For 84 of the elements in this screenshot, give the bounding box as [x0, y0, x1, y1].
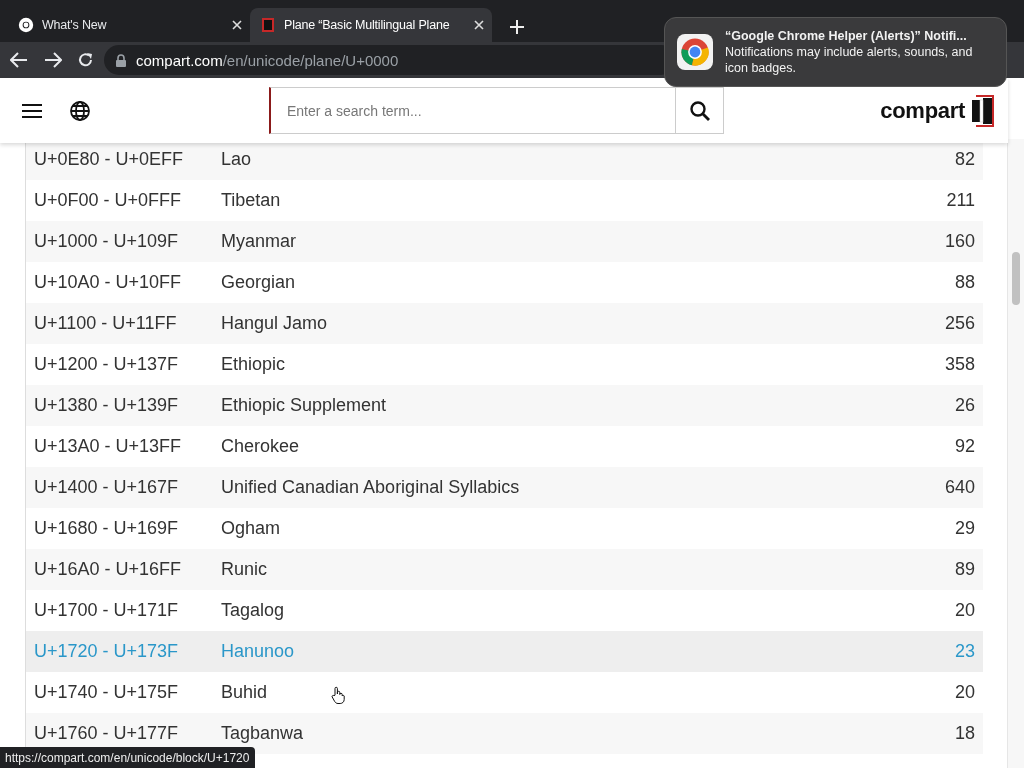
- table-row[interactable]: U+1400 - U+167F Unified Canadian Aboriginal Syllabics 640: [26, 467, 984, 508]
- count-cell: 29: [955, 518, 976, 539]
- block-name-cell: Ogham: [221, 518, 281, 538]
- range-cell-text: U+1720 - U+173F: [34, 641, 180, 662]
- block-name-cell: Lao: [221, 149, 252, 169]
- range-cell-text: U+10A0 - U+10FF: [34, 272, 183, 293]
- block-name-cell: Hanunoo: [221, 641, 295, 661]
- back-icon[interactable]: [10, 52, 28, 68]
- block-name-cell: Ethiopic: [221, 354, 286, 374]
- count-cell: 160: [945, 231, 976, 252]
- table-row[interactable]: U+1380 - U+139F Ethiopic Supplement 26: [26, 385, 984, 426]
- block-name-cell: Ethiopic Supplement: [221, 395, 387, 415]
- range-cell-text: U+16A0 - U+16FF: [34, 559, 183, 580]
- table-row[interactable]: U+0F00 - U+0FFF Tibetan 211: [26, 180, 984, 221]
- search-button[interactable]: [676, 87, 724, 134]
- range-cell-text: U+1200 - U+137F: [34, 354, 180, 375]
- block-name-cell: Hangul Jamo: [221, 313, 328, 333]
- block-name-cell: Cherokee: [221, 436, 300, 456]
- table-row[interactable]: U+1760 - U+177F Tagbanwa 18: [26, 713, 984, 754]
- table-row[interactable]: U+1000 - U+109F Myanmar 160: [26, 221, 984, 262]
- search-field[interactable]: Enter a search term...: [269, 87, 676, 134]
- table-row[interactable]: U+1100 - U+11FF Hangul Jamo 256: [26, 303, 984, 344]
- range-cell-text: U+1400 - U+167F: [34, 477, 180, 498]
- range-cell-text: U+1760 - U+177F: [34, 723, 180, 744]
- range-cell-text: U+1740 - U+175F: [34, 682, 180, 703]
- forward-icon[interactable]: [44, 52, 62, 68]
- table-row[interactable]: U+1200 - U+137F Ethiopic 358: [26, 344, 984, 385]
- status-url-tooltip: https://compart.com/en/unicode/block/U+1720: [0, 747, 256, 768]
- globe-icon[interactable]: [70, 100, 90, 121]
- lock-icon: [116, 53, 126, 67]
- count-cell: 89: [955, 559, 976, 580]
- hand-cursor-icon: [331, 686, 345, 704]
- count-cell: 82: [955, 149, 976, 170]
- range-cell-text: U+1700 - U+171F: [34, 600, 180, 621]
- circle-logo-icon: [680, 37, 710, 67]
- range-cell-text: U+0F00 - U+0FFF: [34, 190, 183, 211]
- browser-tab[interactable]: What's New: [8, 8, 250, 42]
- table-row[interactable]: U+13A0 - U+13FF Cherokee 92: [26, 426, 984, 467]
- range-cell-text: U+13A0 - U+13FF: [34, 436, 183, 457]
- count-cell: 358: [945, 354, 976, 375]
- notification-title: “Google Chrome Helper (Alerts)” Notifi...: [725, 28, 968, 44]
- count-cell: 92: [955, 436, 976, 457]
- notification-card[interactable]: “Google Chrome Helper (Alerts)” Notifi... Notifications may include alerts, sounds, and icon badges.: [664, 17, 1007, 87]
- scrollbar-thumb[interactable]: [1012, 252, 1021, 305]
- close-icon[interactable]: [232, 20, 242, 30]
- range-cell-text: U+1000 - U+109F: [34, 231, 180, 252]
- block-name-cell: Tagalog: [221, 600, 285, 620]
- range-cell-text: U+0E80 - U+0EFF: [34, 149, 185, 170]
- reload-icon[interactable]: [78, 52, 94, 68]
- block-name-cell: Georgian: [221, 272, 296, 292]
- count-cell: 18: [955, 723, 976, 744]
- count-cell: 211: [946, 190, 976, 211]
- block-name-cell: Unified Canadian Aboriginal Syllabics: [221, 477, 520, 497]
- range-cell-text: U+1380 - U+139F: [34, 395, 180, 416]
- count-cell: 23: [955, 641, 976, 662]
- square-logo-icon: [260, 17, 276, 33]
- menu-icon[interactable]: [22, 102, 42, 119]
- site-logo-text[interactable]: compart: [880, 97, 965, 124]
- block-name-cell: Myanmar: [221, 231, 296, 251]
- table-row[interactable]: U+1700 - U+171F Tagalog 20: [26, 590, 984, 631]
- block-name-cell: Runic: [221, 559, 268, 579]
- count-cell: 256: [945, 313, 976, 334]
- range-cell-text: U+1100 - U+11FF: [34, 313, 178, 334]
- close-icon[interactable]: [474, 20, 484, 30]
- tab-title: What's New: [42, 18, 108, 32]
- table-row[interactable]: U+1680 - U+169F Ogham 29: [26, 508, 984, 549]
- count-cell: 26: [955, 395, 976, 416]
- table-row[interactable]: U+16A0 - U+16FF Runic 89: [26, 549, 984, 590]
- circle-logo-icon: [18, 17, 34, 33]
- count-cell: 640: [945, 477, 976, 498]
- table-row[interactable]: U+10A0 - U+10FF Georgian 88: [26, 262, 984, 303]
- search-icon: [689, 100, 710, 121]
- block-name-cell: Tagbanwa: [221, 723, 304, 743]
- tab-title: Plane “Basic Multilingual Plane: [284, 18, 451, 32]
- range-cell-text: U+1680 - U+169F: [34, 518, 180, 539]
- table-row[interactable]: U+1740 - U+175F Buhid 20: [26, 672, 984, 713]
- block-name-cell: Buhid: [221, 682, 268, 702]
- notification-message: Notifications may include alerts, sounds, and icon badges.: [725, 44, 974, 76]
- block-name-cell: Tibetan: [221, 190, 281, 210]
- count-cell: 20: [955, 682, 976, 703]
- browser-tab[interactable]: Plane “Basic Multilingual Plane: [250, 8, 492, 42]
- count-cell: 88: [955, 272, 976, 293]
- scrollbar[interactable]: [1007, 139, 1024, 768]
- count-cell: 20: [955, 600, 976, 621]
